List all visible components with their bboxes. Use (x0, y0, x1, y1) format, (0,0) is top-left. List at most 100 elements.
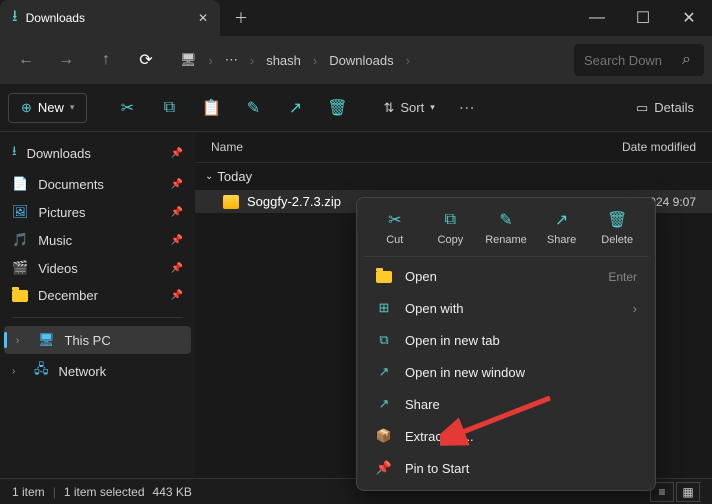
ctx-delete[interactable]: 🗑Delete (591, 210, 643, 246)
ctx-open-new-window[interactable]: ↗ Open in new window (363, 356, 649, 388)
sidebar-item-december[interactable]: December 📌 (0, 282, 195, 309)
ctx-extract-all[interactable]: 📦 Extract All... (363, 420, 649, 452)
refresh-button[interactable]: ⟳ (128, 42, 164, 78)
status-size: 443 KB (153, 485, 192, 499)
monitor-icon: 🖥 (38, 332, 55, 348)
chevron-down-icon: ▾ (70, 102, 75, 113)
details-button[interactable]: ▭ Details (626, 100, 704, 116)
monitor-icon: 🖥 (174, 52, 203, 68)
ctx-rename[interactable]: ✎Rename (480, 210, 532, 246)
sidebar-item-videos[interactable]: 🎬 Videos 📌 (0, 254, 195, 282)
music-icon: 🎵 (12, 232, 28, 248)
chevron-down-icon: ▾ (430, 102, 435, 113)
pin-icon[interactable]: 📌 (171, 235, 183, 246)
share-button[interactable]: ↗ (275, 90, 315, 126)
extract-icon: 📦 (375, 428, 393, 444)
tab-downloads[interactable]: ⭳ Downloads ✕ (0, 0, 220, 36)
breadcrumb-item[interactable]: shash (260, 53, 307, 68)
ctx-open-with[interactable]: ⊞ Open with › (363, 292, 649, 324)
search-input[interactable] (584, 53, 674, 68)
status-count: 1 item (12, 485, 45, 499)
breadcrumb-item[interactable]: Downloads (323, 53, 399, 68)
sort-icon: ⇅ (383, 100, 394, 116)
chevron-down-icon: ⌄ (205, 171, 213, 182)
cut-button[interactable]: ✂ (107, 90, 147, 126)
forward-button[interactable]: → (48, 42, 84, 78)
ctx-open-new-tab[interactable]: ⧉ Open in new tab (363, 324, 649, 356)
breadcrumb[interactable]: 🖥 › ⋯ › shash › Downloads › (168, 52, 570, 68)
pin-icon[interactable]: 📌 (171, 179, 183, 190)
new-tab-button[interactable]: ＋ (220, 8, 262, 28)
toolbar: ⊕ New ▾ ✂ ⧉ 📋 ✎ ↗ 🗑 ⇅ Sort ▾ ⋯ ▭ Details (0, 84, 712, 132)
up-button[interactable]: ↑ (88, 42, 124, 78)
new-label: New (38, 100, 64, 115)
pin-icon[interactable]: 📌 (171, 263, 183, 274)
share-icon: ↗ (555, 210, 568, 230)
status-selected: 1 item selected (64, 485, 145, 499)
ctx-pin-to-start[interactable]: 📌 Pin to Start (363, 452, 649, 484)
sidebar-item-music[interactable]: 🎵 Music 📌 (0, 226, 195, 254)
minimize-button[interactable]: — (574, 0, 620, 36)
trash-icon: 🗑 (607, 210, 627, 230)
paste-button[interactable]: 📋 (191, 90, 231, 126)
close-window-button[interactable]: ✕ (666, 0, 712, 36)
document-icon: 📄 (12, 176, 28, 192)
column-headers: Name Date modified (195, 132, 712, 163)
copy-button[interactable]: ⧉ (149, 90, 189, 126)
search-box[interactable]: ⌕ (574, 44, 704, 76)
folder-icon (375, 271, 393, 283)
chevron-right-icon[interactable]: › (12, 366, 24, 377)
newtab-icon: ⧉ (375, 332, 393, 348)
navbar: ← → ↑ ⟳ 🖥 › ⋯ › shash › Downloads › ⌕ (0, 36, 712, 84)
column-name[interactable]: Name (211, 140, 622, 154)
chevron-right-icon[interactable]: › (16, 335, 28, 346)
chevron-right-icon: › (404, 53, 412, 68)
pin-icon: 📌 (375, 460, 393, 476)
copy-icon: ⧉ (445, 210, 456, 230)
zip-icon (223, 195, 239, 209)
chevron-right-icon: › (248, 53, 256, 68)
new-button[interactable]: ⊕ New ▾ (8, 93, 87, 123)
delete-button[interactable]: 🗑 (317, 90, 357, 126)
sidebar-item-downloads[interactable]: ⭳ Downloads 📌 (0, 136, 195, 170)
close-tab-icon[interactable]: ✕ (198, 11, 208, 25)
separator (12, 317, 183, 318)
ctx-cut[interactable]: ✂Cut (369, 210, 421, 246)
pin-icon[interactable]: 📌 (171, 207, 183, 218)
sidebar: ⭳ Downloads 📌 📄 Documents 📌 🖼 Pictures 📌… (0, 132, 195, 478)
sort-button[interactable]: ⇅ Sort ▾ (373, 100, 444, 116)
ctx-share[interactable]: ↗ Share (363, 388, 649, 420)
pictures-icon: 🖼 (12, 204, 29, 220)
search-icon: ⌕ (682, 51, 691, 69)
breadcrumb-dots[interactable]: ⋯ (219, 52, 244, 68)
view-grid-button[interactable]: ▦ (676, 482, 700, 502)
pin-icon[interactable]: 📌 (171, 290, 183, 301)
openwith-icon: ⊞ (375, 300, 393, 316)
info-icon: ▭ (636, 100, 648, 116)
sidebar-item-thispc[interactable]: › 🖥 This PC (4, 326, 191, 354)
titlebar: ⭳ Downloads ✕ ＋ — ☐ ✕ (0, 0, 712, 36)
tab-title: Downloads (26, 11, 190, 25)
sidebar-item-network[interactable]: › 🖧 Network (0, 354, 195, 388)
group-header[interactable]: ⌄ Today (195, 163, 712, 190)
sidebar-item-documents[interactable]: 📄 Documents 📌 (0, 170, 195, 198)
back-button[interactable]: ← (8, 42, 44, 78)
ctx-copy[interactable]: ⧉Copy (424, 210, 476, 246)
plus-circle-icon: ⊕ (21, 100, 32, 116)
chevron-right-icon: › (311, 53, 319, 68)
ctx-share[interactable]: ↗Share (536, 210, 588, 246)
ctx-open[interactable]: Open Enter (363, 261, 649, 292)
column-date[interactable]: Date modified (622, 140, 696, 154)
rename-icon: ✎ (499, 210, 512, 230)
chevron-right-icon: › (207, 53, 215, 68)
sidebar-item-pictures[interactable]: 🖼 Pictures 📌 (0, 198, 195, 226)
folder-icon (12, 290, 28, 302)
videos-icon: 🎬 (12, 260, 28, 276)
maximize-button[interactable]: ☐ (620, 0, 666, 36)
scissors-icon: ✂ (388, 210, 401, 230)
pin-icon[interactable]: 📌 (171, 148, 183, 159)
rename-button[interactable]: ✎ (233, 90, 273, 126)
more-button[interactable]: ⋯ (447, 90, 487, 126)
context-menu: ✂Cut ⧉Copy ✎Rename ↗Share 🗑Delete Open E… (356, 197, 656, 491)
share-icon: ↗ (375, 396, 393, 412)
